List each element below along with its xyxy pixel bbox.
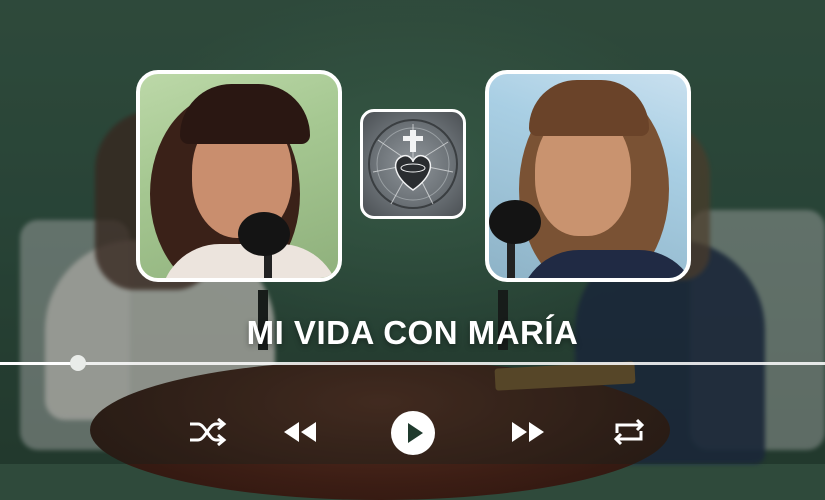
overlay — [0, 0, 825, 464]
rewind-icon — [284, 422, 316, 442]
playback-controls — [0, 406, 825, 456]
fast-forward-icon — [512, 422, 544, 442]
progress-fill — [0, 362, 78, 365]
episode-title: MI VIDA CON MARÍA — [246, 314, 579, 351]
next-button[interactable] — [508, 418, 548, 446]
progress-knob[interactable] — [69, 355, 86, 371]
play-button[interactable] — [389, 409, 437, 457]
sacred-heart-medal — [360, 109, 466, 219]
host-portrait-left — [136, 70, 342, 282]
host-portrait-right — [485, 70, 691, 282]
repeat-button[interactable] — [609, 416, 649, 448]
shuffle-button[interactable] — [186, 416, 228, 448]
progress-bar[interactable] — [0, 355, 825, 371]
play-icon — [391, 411, 435, 455]
previous-button[interactable] — [280, 418, 320, 446]
repeat-icon — [613, 418, 645, 446]
shuffle-icon — [190, 418, 227, 446]
